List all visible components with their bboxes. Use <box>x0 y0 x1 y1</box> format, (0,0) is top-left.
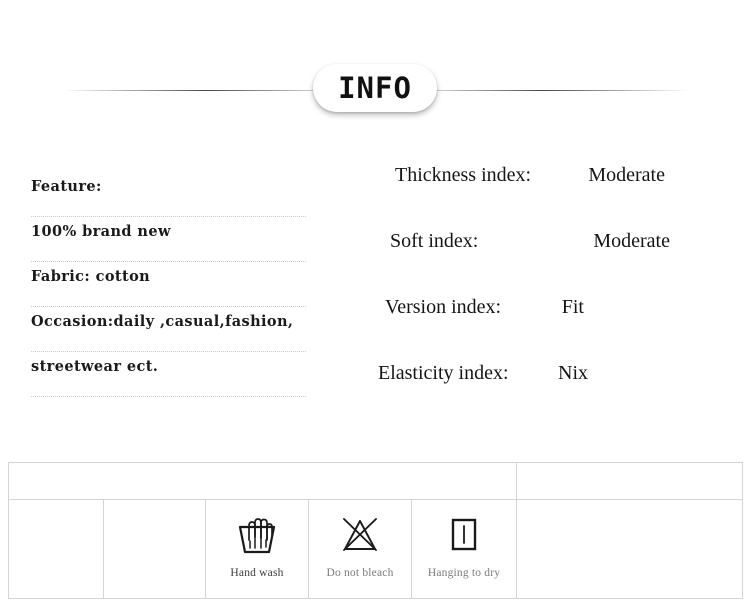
hand-wash-icon <box>234 512 280 558</box>
feature-row: Fabric: cotton <box>31 262 306 307</box>
index-row-soft: Soft index: Moderate <box>378 230 718 296</box>
index-row-thickness: Thickness index: Moderate <box>378 164 718 230</box>
feature-row: streetwear ect. <box>31 352 306 397</box>
care-cell-empty-right <box>516 499 744 599</box>
care-header-cell-right <box>516 462 744 500</box>
care-header-cell <box>7 462 518 500</box>
care-cell-hanging-to-dry: Hanging to dry <box>410 499 518 599</box>
care-label: Hand wash <box>230 567 284 579</box>
info-banner: INFO <box>0 62 750 118</box>
care-cell-hand-wash: Hand wash <box>205 499 309 599</box>
care-instructions-table: Hand wash Do not bleach Hanging to dry <box>7 462 744 599</box>
index-value: Nix <box>558 362 588 384</box>
feature-row: Occasion:daily ,casual,fashion, <box>31 307 306 352</box>
table-row: Hand wash Do not bleach Hanging to dry <box>8 499 744 599</box>
feature-list: Feature: 100% brand new Fabric: cotton O… <box>31 172 306 397</box>
hanging-to-dry-icon <box>441 512 487 558</box>
page-title: INFO <box>338 70 412 105</box>
index-label: Soft index: <box>390 230 479 252</box>
index-label: Version index: <box>385 296 502 318</box>
table-row <box>7 462 744 500</box>
banner-rule-left <box>62 90 352 91</box>
care-cell-empty-1 <box>8 499 104 599</box>
care-label: Hanging to dry <box>427 567 501 579</box>
feature-row: 100% brand new <box>31 217 306 262</box>
index-value: Fit <box>561 296 584 318</box>
feature-row: Feature: <box>31 172 306 217</box>
index-label: Thickness index: <box>395 164 532 186</box>
index-label: Elasticity index: <box>378 362 509 384</box>
care-cell-empty-2 <box>103 499 206 599</box>
index-value: Moderate <box>593 230 670 252</box>
info-area: Feature: 100% brand new Fabric: cotton O… <box>0 150 750 410</box>
index-list: Thickness index: Moderate Soft index: Mo… <box>378 164 718 428</box>
index-value: Moderate <box>588 164 665 186</box>
info-pill: INFO <box>313 64 437 112</box>
care-label: Do not bleach <box>326 567 394 579</box>
care-cell-do-not-bleach: Do not bleach <box>308 499 412 599</box>
index-row-elasticity: Elasticity index: Nix <box>378 362 718 428</box>
do-not-bleach-icon <box>337 512 383 558</box>
index-row-version: Version index: Fit <box>378 296 718 362</box>
banner-rule-right <box>398 90 688 91</box>
